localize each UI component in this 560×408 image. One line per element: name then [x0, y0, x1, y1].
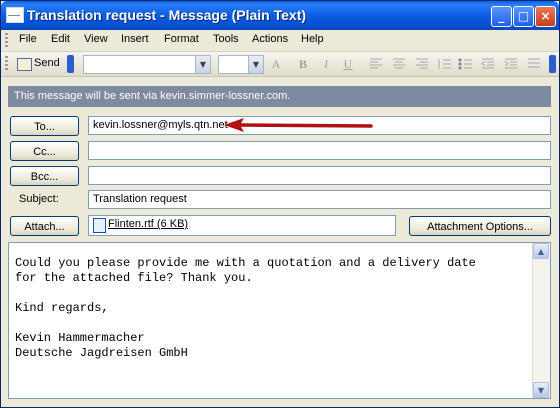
attachment-link[interactable]: Flinten.rtf (6 KB)	[108, 216, 188, 233]
message-body-text[interactable]: Could you please provide me with a quota…	[15, 256, 476, 361]
cc-button[interactable]: Cc...	[10, 141, 79, 161]
menu-insert[interactable]: Insert	[121, 33, 149, 45]
bold-icon[interactable]: B	[295, 56, 311, 72]
attachment-options-button[interactable]: Attachment Options...	[409, 216, 551, 236]
chevron-down-icon[interactable]: ▼	[248, 56, 263, 73]
rtf-file-icon	[93, 218, 106, 233]
align-right-icon	[416, 58, 428, 69]
menu-file[interactable]: File	[19, 33, 37, 45]
scroll-down-icon[interactable]: ▼	[533, 382, 549, 398]
send-label: Send	[34, 57, 60, 69]
maximize-icon: □	[517, 9, 530, 23]
toolbar-options-chevron[interactable]	[67, 55, 74, 73]
chevron-down-icon[interactable]: ▼	[195, 56, 210, 73]
send-button[interactable]: Send	[15, 55, 63, 73]
attach-button[interactable]: Attach...	[10, 216, 79, 236]
close-icon: ×	[540, 9, 551, 23]
numbered-list-icon	[438, 59, 451, 69]
bcc-field[interactable]	[88, 166, 551, 185]
menu-view[interactable]: View	[84, 33, 108, 45]
font-name-combo[interactable]: ▼	[83, 55, 211, 74]
increase-indent-icon	[504, 58, 517, 69]
menu-bar: File Edit View Insert Format Tools Actio…	[1, 30, 559, 52]
bullet-list-icon	[458, 58, 472, 70]
menu-actions[interactable]: Actions	[252, 33, 288, 45]
send-icon	[17, 58, 32, 71]
align-center-icon	[393, 58, 405, 69]
subject-field[interactable]: Translation request	[88, 190, 551, 209]
cc-field[interactable]	[88, 141, 551, 160]
menu-tools[interactable]: Tools	[213, 33, 239, 45]
font-color-icon[interactable]: A	[268, 56, 284, 72]
underline-icon[interactable]: U	[340, 56, 356, 72]
menu-edit[interactable]: Edit	[51, 33, 70, 45]
bcc-button[interactable]: Bcc...	[10, 166, 79, 186]
toolbar-overflow-chevron[interactable]	[549, 55, 556, 73]
formatting-toolbar: Send ▼ ▼ A B I U	[1, 52, 559, 77]
attachment-field[interactable]: Flinten.rtf (6 KB)	[88, 215, 396, 236]
vertical-scrollbar[interactable]: ▲ ▼	[532, 243, 550, 398]
align-left-icon	[370, 58, 382, 69]
close-button[interactable]: ×	[535, 6, 556, 27]
menu-help[interactable]: Help	[301, 33, 324, 45]
maximize-button[interactable]: □	[513, 6, 534, 27]
red-arrow-annotation	[224, 118, 373, 132]
italic-icon[interactable]: I	[318, 56, 334, 72]
window-title: Translation request - Message (Plain Tex…	[27, 7, 307, 23]
scroll-up-icon[interactable]: ▲	[533, 243, 549, 259]
toolbar-grip[interactable]	[5, 56, 8, 72]
menu-grip[interactable]	[5, 33, 8, 48]
message-body[interactable]: Could you please provide me with a quota…	[8, 242, 551, 399]
minimize-icon: _	[498, 9, 505, 23]
list-options-icon	[528, 58, 540, 68]
message-window: Translation request - Message (Plain Tex…	[0, 0, 560, 408]
subject-label: Subject:	[19, 193, 59, 205]
paragraph-format-icons	[370, 58, 540, 70]
envelope-icon	[6, 7, 24, 23]
title-bar[interactable]: Translation request - Message (Plain Tex…	[1, 1, 559, 30]
decrease-indent-icon	[481, 58, 494, 69]
minimize-button[interactable]: _	[491, 6, 512, 27]
info-bar[interactable]: This message will be sent via kevin.simm…	[8, 86, 551, 107]
font-size-combo[interactable]: ▼	[218, 55, 264, 74]
menu-format[interactable]: Format	[164, 33, 199, 45]
to-button[interactable]: To...	[10, 116, 79, 136]
